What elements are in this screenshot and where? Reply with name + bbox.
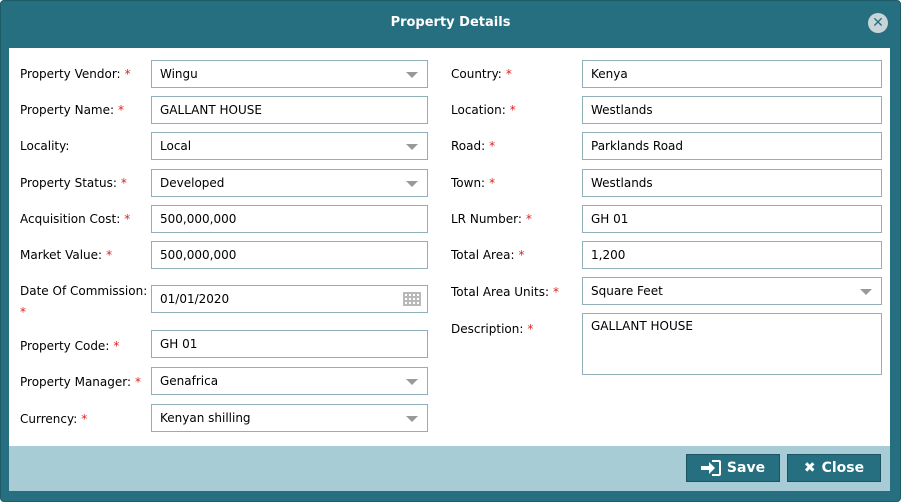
label-town: Town: *: [451, 176, 496, 190]
property-manager-select[interactable]: Genafrica: [151, 367, 428, 395]
dialog-titlebar: Property Details ✕: [1, 1, 900, 45]
description-textarea[interactable]: GALLANT HOUSE: [582, 313, 882, 375]
label-property-code: Property Code: *: [20, 339, 120, 353]
location-input[interactable]: [582, 96, 882, 124]
sign-in-icon: [700, 460, 721, 476]
label-total-area: Total Area: *: [451, 248, 525, 262]
date-of-commission-input[interactable]: 01/01/2020: [151, 285, 428, 313]
road-input[interactable]: [582, 132, 882, 160]
market-value-input[interactable]: [151, 241, 428, 269]
lr-number-input[interactable]: [582, 205, 882, 233]
required-marker: *: [489, 139, 496, 153]
label-currency: Currency: *: [20, 412, 88, 426]
label-country: Country: *: [451, 67, 512, 81]
label-total-area-units: Total Area Units: *: [451, 285, 559, 299]
locality-select[interactable]: Local: [151, 132, 428, 160]
label-locality: Locality:: [20, 139, 70, 153]
property-name-input[interactable]: [151, 96, 428, 124]
required-marker: *: [553, 285, 559, 299]
required-marker: *: [525, 212, 532, 226]
chevron-down-icon: [406, 379, 418, 385]
save-button[interactable]: Save: [686, 454, 780, 482]
form-body: Property Vendor: * Wingu Property Name: * …: [9, 48, 890, 446]
label-property-name: Property Name: *: [20, 103, 125, 117]
required-marker: *: [120, 176, 127, 190]
required-marker: *: [106, 248, 113, 262]
chevron-down-icon: [406, 144, 418, 150]
acquisition-cost-input[interactable]: [151, 205, 428, 233]
total-area-units-select[interactable]: Square Feet: [582, 277, 882, 305]
dialog-title: Property Details: [390, 15, 511, 30]
close-circle-icon[interactable]: ✕: [868, 13, 888, 33]
required-marker: *: [124, 212, 131, 226]
label-road: Road: *: [451, 139, 496, 153]
town-input[interactable]: [582, 169, 882, 197]
label-market-value: Market Value: *: [20, 248, 113, 262]
required-marker: *: [124, 67, 131, 81]
label-lr-number: LR Number: *: [451, 212, 532, 226]
required-marker: *: [527, 322, 534, 336]
calendar-icon[interactable]: [403, 292, 421, 306]
label-acquisition-cost: Acquisition Cost: *: [20, 212, 131, 226]
chevron-down-icon: [406, 72, 418, 78]
label-location: Location: *: [451, 103, 516, 117]
close-button[interactable]: ✖ Close: [787, 454, 881, 482]
label-description: Description: *: [451, 322, 534, 336]
close-icon: ✖: [803, 460, 816, 476]
country-input[interactable]: [582, 60, 882, 88]
currency-select[interactable]: Kenyan shilling: [151, 404, 428, 432]
label-property-vendor: Property Vendor: *: [20, 67, 131, 81]
required-marker: *: [113, 339, 120, 353]
label-property-status: Property Status: *: [20, 176, 127, 190]
required-marker: *: [518, 248, 525, 262]
total-area-input[interactable]: [582, 241, 882, 269]
required-marker: *: [20, 305, 26, 319]
required-marker: *: [118, 103, 125, 117]
required-marker: *: [135, 375, 142, 389]
required-marker: *: [505, 67, 512, 81]
property-details-dialog: Property Details ✕ Property Vendor: * Win…: [0, 0, 901, 502]
dialog-footer: Save ✖ Close: [9, 446, 890, 491]
chevron-down-icon: [406, 181, 418, 187]
property-code-input[interactable]: [151, 330, 428, 358]
required-marker: *: [509, 103, 516, 117]
label-date-of-commission: Date Of Commission:: [20, 284, 148, 298]
chevron-down-icon: [406, 416, 418, 422]
label-property-manager: Property Manager: *: [20, 375, 142, 389]
required-marker: *: [81, 412, 88, 426]
chevron-down-icon: [860, 289, 872, 295]
required-marker: *: [489, 176, 496, 190]
property-status-select[interactable]: Developed: [151, 169, 428, 197]
property-vendor-select[interactable]: Wingu: [151, 60, 428, 88]
